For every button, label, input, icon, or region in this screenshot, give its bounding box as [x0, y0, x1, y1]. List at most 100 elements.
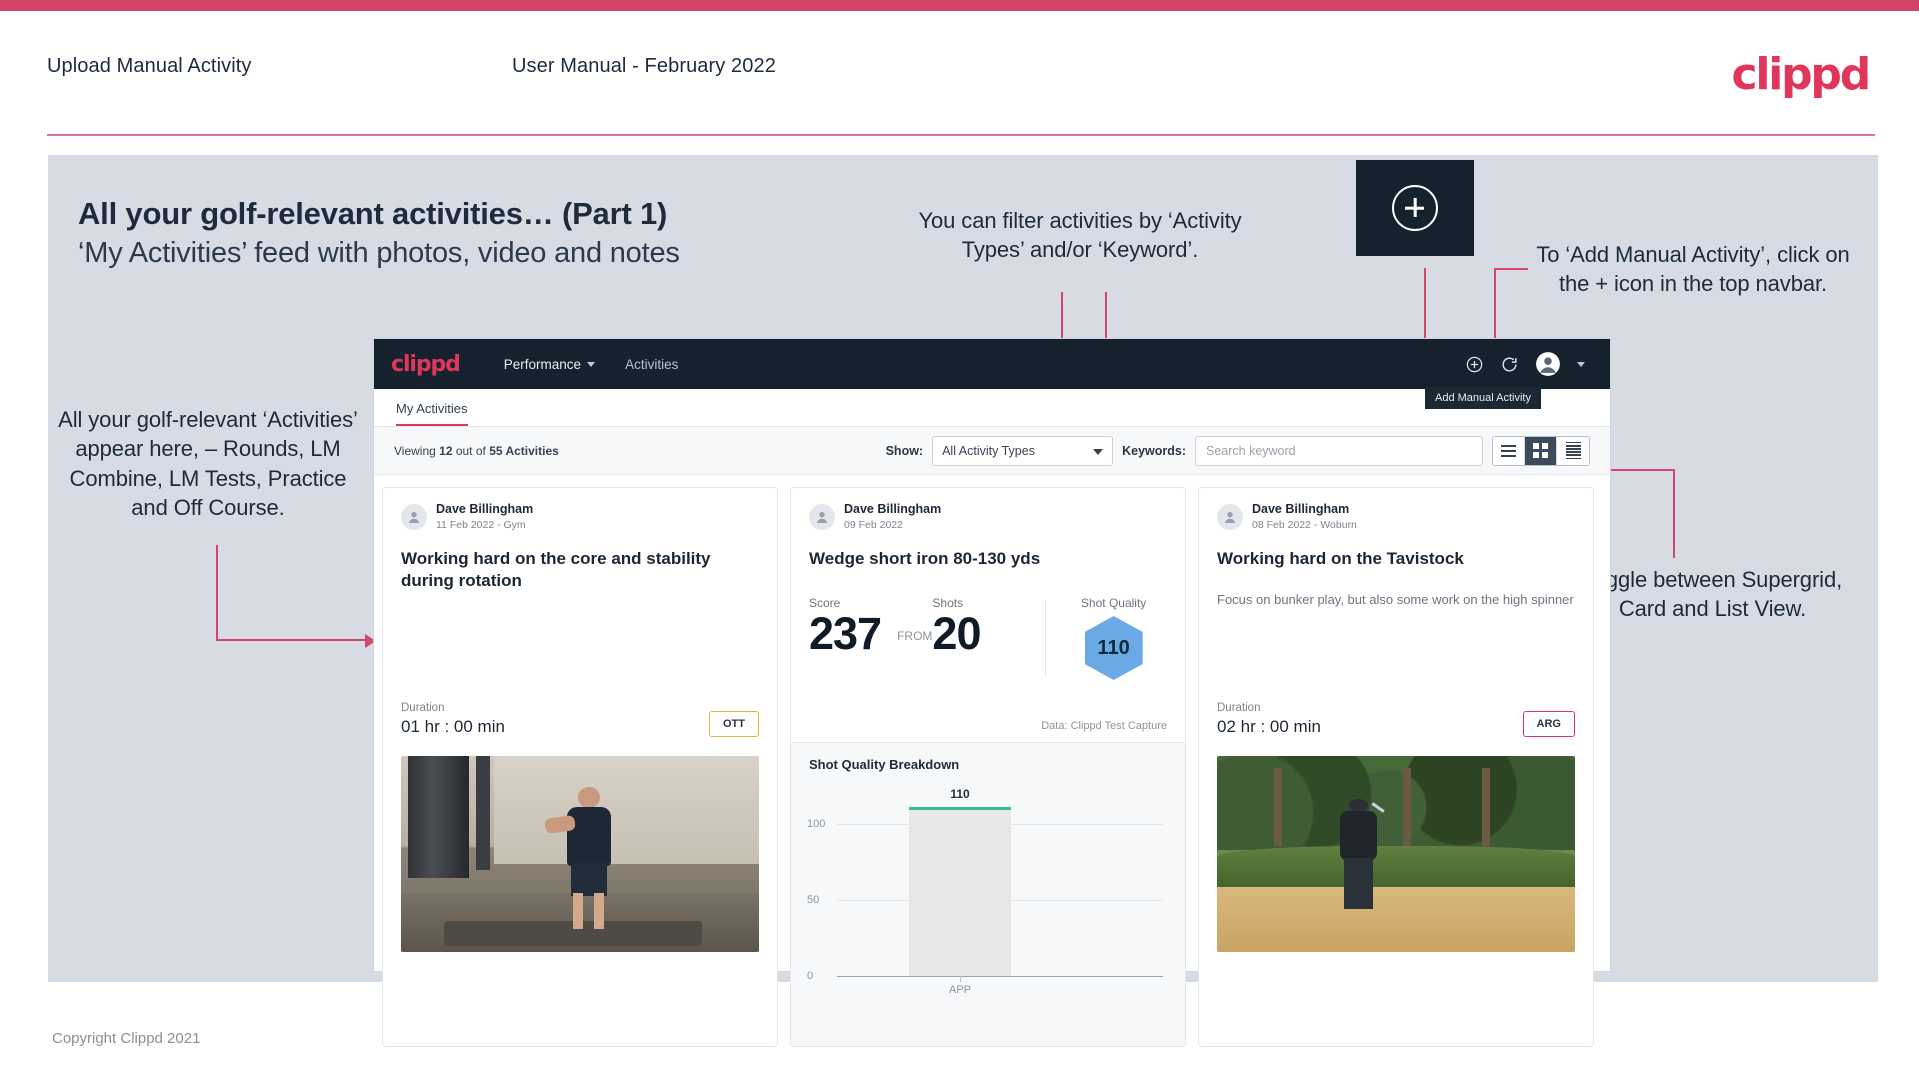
app-window: clippd Performance Activities Add Manual…: [374, 339, 1610, 1047]
card-user-name: Dave Billingham: [1252, 502, 1350, 516]
stat-score: Score 237 FROM: [809, 596, 932, 680]
chart-title: Shot Quality Breakdown: [809, 757, 960, 772]
nav-item-activities[interactable]: Activities: [625, 357, 678, 372]
status-badge: OTT: [709, 711, 759, 737]
viewing-mid: out of: [452, 443, 490, 458]
bar-APP: [909, 809, 1011, 976]
clippd-logo: clippd: [1731, 49, 1871, 100]
card-user-block: Dave Billingham 09 Feb 2022: [844, 501, 941, 532]
bar-value-APP: 110: [950, 787, 970, 801]
card-media[interactable]: [401, 756, 759, 952]
gym-photo: [401, 756, 759, 952]
activity-type-value: All Activity Types: [942, 443, 1035, 458]
connector-left-h: [216, 639, 366, 641]
list-view-button[interactable]: [1557, 436, 1589, 465]
card-media[interactable]: [1217, 756, 1575, 952]
card-duration-row: Duration 01 hr : 00 min OTT: [401, 702, 759, 737]
card-title: Wedge short iron 80-130 yds: [809, 549, 1041, 569]
data-source-label: Data: Clippd Test Capture: [1041, 720, 1167, 732]
score-value: 237: [809, 608, 882, 659]
card-header: Dave Billingham 11 Feb 2022 - Gym: [383, 488, 777, 532]
nav-item-performance-label: Performance: [503, 356, 582, 372]
view-mode-toggle: [1492, 435, 1590, 466]
stat-shot-quality: Shot Quality 110: [1060, 596, 1167, 680]
tooltip-add-manual-activity: Add Manual Activity: [1425, 387, 1541, 409]
status-badge: ARG: [1522, 711, 1575, 737]
tab-my-activities[interactable]: My Activities: [396, 401, 468, 426]
card-duration-block: Duration 02 hr : 00 min: [1217, 702, 1321, 737]
viewing-count: 12: [439, 443, 453, 458]
keywords-label: Keywords:: [1122, 443, 1186, 458]
avatar: [401, 503, 427, 530]
refresh-icon[interactable]: [1500, 355, 1519, 374]
ytick-label-50: 50: [807, 894, 820, 907]
card-title: Working hard on the core and stability d…: [401, 549, 711, 591]
ytick-label-100: 100: [807, 818, 826, 831]
card-user-meta: 11 Feb 2022 - Gym: [436, 518, 526, 531]
from-label: FROM: [897, 628, 933, 643]
activity-card[interactable]: Dave Billingham 09 Feb 2022 Wedge short …: [790, 487, 1186, 1047]
slide-header: Upload Manual Activity User Manual - Feb…: [0, 11, 1919, 136]
nav-item-activities-label: Activities: [625, 356, 679, 372]
copyright-text: Copyright Clippd 2021: [52, 1030, 201, 1047]
avatar: [1217, 503, 1243, 530]
search-input[interactable]: Search keyword: [1195, 435, 1483, 466]
duration-label: Duration: [1217, 702, 1261, 714]
avatar-chevron-down-icon[interactable]: [1577, 361, 1585, 367]
card-header: Dave Billingham 09 Feb 2022: [791, 488, 1185, 532]
card-view-button[interactable]: [1525, 436, 1557, 465]
toolbar-controls: Show: All Activity Types Keywords: Searc…: [886, 435, 1590, 466]
shot-quality-chart: Shot Quality Breakdown 100 50 0 110 APP: [791, 743, 1185, 1046]
activity-card[interactable]: Dave Billingham 08 Feb 2022 - Woburn Wor…: [1198, 487, 1594, 1047]
annotation-add-manual: To ‘Add Manual Activity’, click on the +…: [1536, 242, 1850, 297]
card-title: Working hard on the Tavistock: [1217, 549, 1464, 569]
user-icon: [408, 511, 420, 523]
app-filter-toolbar: Viewing 12 out of 55 Activities Show: Al…: [374, 427, 1610, 475]
connector-toggle-v: [1673, 470, 1675, 558]
card-user-name: Dave Billingham: [844, 502, 942, 516]
ytick-label-0: 0: [807, 970, 814, 982]
page-title: All your golf-relevant activities… (Part…: [78, 196, 668, 231]
viewing-total: 55 Activities: [489, 443, 559, 458]
add-activity-promo-tile: [1356, 160, 1474, 256]
card-user-name: Dave Billingham: [436, 502, 534, 516]
chevron-down-icon: [1093, 448, 1104, 455]
avatar: [809, 503, 835, 530]
rows-icon: [1501, 444, 1516, 457]
activity-type-select[interactable]: All Activity Types: [932, 435, 1114, 466]
add-activity-icon[interactable]: [1465, 355, 1484, 374]
card-duration-row: Duration 02 hr : 00 min ARG: [1217, 702, 1575, 737]
shots-value: 20: [932, 608, 981, 659]
avatar[interactable]: [1535, 351, 1561, 377]
connector-add-h1: [1494, 268, 1528, 270]
app-logo[interactable]: clippd: [391, 352, 461, 377]
viewing-count-text: Viewing 12 out of 55 Activities: [394, 444, 559, 458]
app-navbar: clippd Performance Activities Add Manual…: [374, 339, 1610, 409]
annotation-filter: You can filter activities by ‘Activity T…: [918, 208, 1242, 263]
stat-divider: [1045, 600, 1047, 676]
card-header: Dave Billingham 08 Feb 2022 - Woburn: [1199, 488, 1593, 532]
xtick-label-APP: APP: [948, 984, 972, 996]
header-center-title: User Manual - February 2022: [512, 55, 776, 77]
grid-icon: [1533, 443, 1548, 458]
header-divider: [47, 134, 1875, 136]
viewing-prefix: Viewing: [394, 443, 440, 458]
chevron-down-icon: [587, 361, 596, 367]
annotation-activities-list: All your golf-relevant ‘Activities’ appe…: [58, 407, 358, 521]
card-note: Focus on bunker play, but also some work…: [1217, 592, 1574, 608]
activity-card[interactable]: Dave Billingham 11 Feb 2022 - Gym Workin…: [382, 487, 778, 1047]
nav-item-performance[interactable]: Performance: [503, 356, 596, 372]
xtick-mark-APP: [960, 976, 961, 982]
header-left-title: Upload Manual Activity: [47, 55, 252, 77]
activity-card-list: Dave Billingham 11 Feb 2022 - Gym Workin…: [374, 475, 1610, 1047]
duration-label: Duration: [401, 702, 445, 714]
card-duration-block: Duration 01 hr : 00 min: [401, 702, 505, 737]
shot-quality-hexagon: 110: [1084, 616, 1143, 680]
card-user-block: Dave Billingham 08 Feb 2022 - Woburn: [1252, 501, 1357, 532]
page-subtitle: ‘My Activities’ feed with photos, video …: [78, 237, 680, 269]
card-user-meta: 09 Feb 2022: [844, 518, 903, 531]
supergrid-view-button[interactable]: [1493, 436, 1525, 465]
duration-value: 01 hr : 00 min: [401, 717, 505, 736]
card-stats: Score 237 FROM Shots 20 Shot Quality 110: [791, 596, 1185, 680]
bar-cap-APP: [909, 807, 1011, 811]
